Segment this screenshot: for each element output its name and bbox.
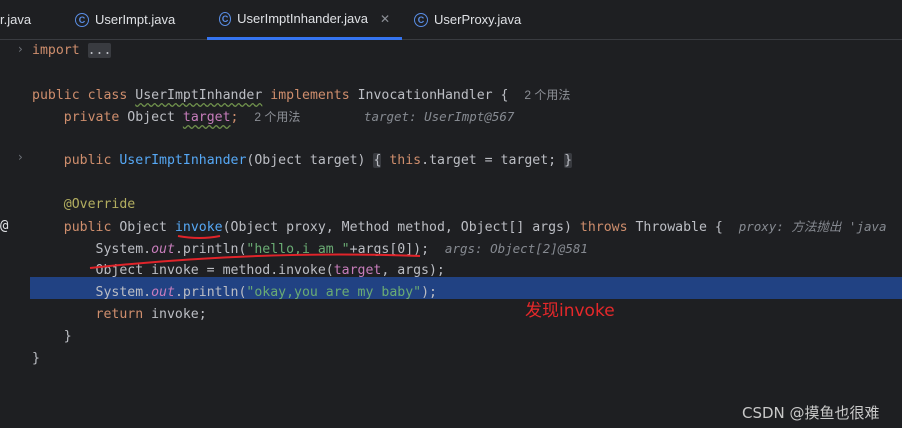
red-annotation-label: 发现invoke bbox=[525, 301, 615, 321]
watermark: CSDN @摸鱼也很难 bbox=[742, 404, 880, 422]
red-annotation-strokes bbox=[89, 235, 421, 269]
invoke-underline-stroke bbox=[177, 235, 221, 239]
strike-stroke bbox=[89, 253, 421, 269]
